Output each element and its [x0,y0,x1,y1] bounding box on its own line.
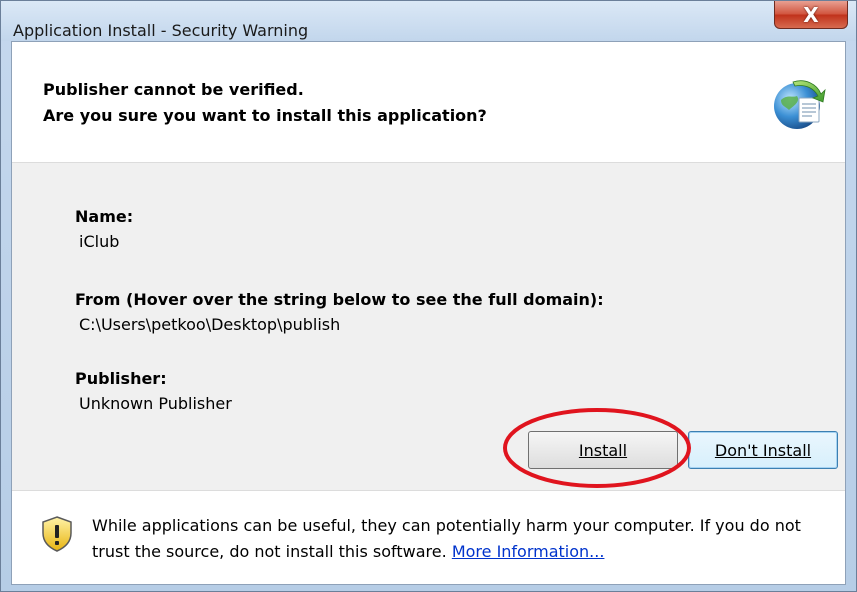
publisher-label: Publisher: [75,369,167,388]
footer-band: While applications can be useful, they c… [12,490,845,584]
close-icon: X [803,2,819,27]
publisher-value: Unknown Publisher [79,394,232,413]
footer-warning: While applications can be useful, they c… [92,513,832,565]
red-annotation-ellipse [503,408,691,488]
more-information-link[interactable]: More Information... [452,542,605,561]
security-warning-window: Application Install - Security Warning X… [0,0,857,592]
name-label: Name: [75,207,134,226]
from-label: From (Hover over the string below to see… [75,290,604,309]
title-bar[interactable]: Application Install - Security Warning X [1,1,856,41]
globe-document-icon [774,80,826,129]
dont-install-button[interactable]: Don't Install [688,431,838,469]
header-band: Publisher cannot be verified. Are you su… [12,42,845,163]
close-button[interactable]: X [774,1,848,29]
dialog-client-area: Publisher cannot be verified. Are you su… [11,41,846,585]
header-line-2: Are you sure you want to install this ap… [43,106,487,125]
name-value: iClub [79,232,120,251]
window-title: Application Install - Security Warning [13,21,309,40]
footer-warning-text: While applications can be useful, they c… [92,516,801,561]
header-line-1: Publisher cannot be verified. [43,80,304,99]
from-value[interactable]: C:\Users\petkoo\Desktop\publish [79,315,340,334]
warning-shield-icon [42,516,72,552]
